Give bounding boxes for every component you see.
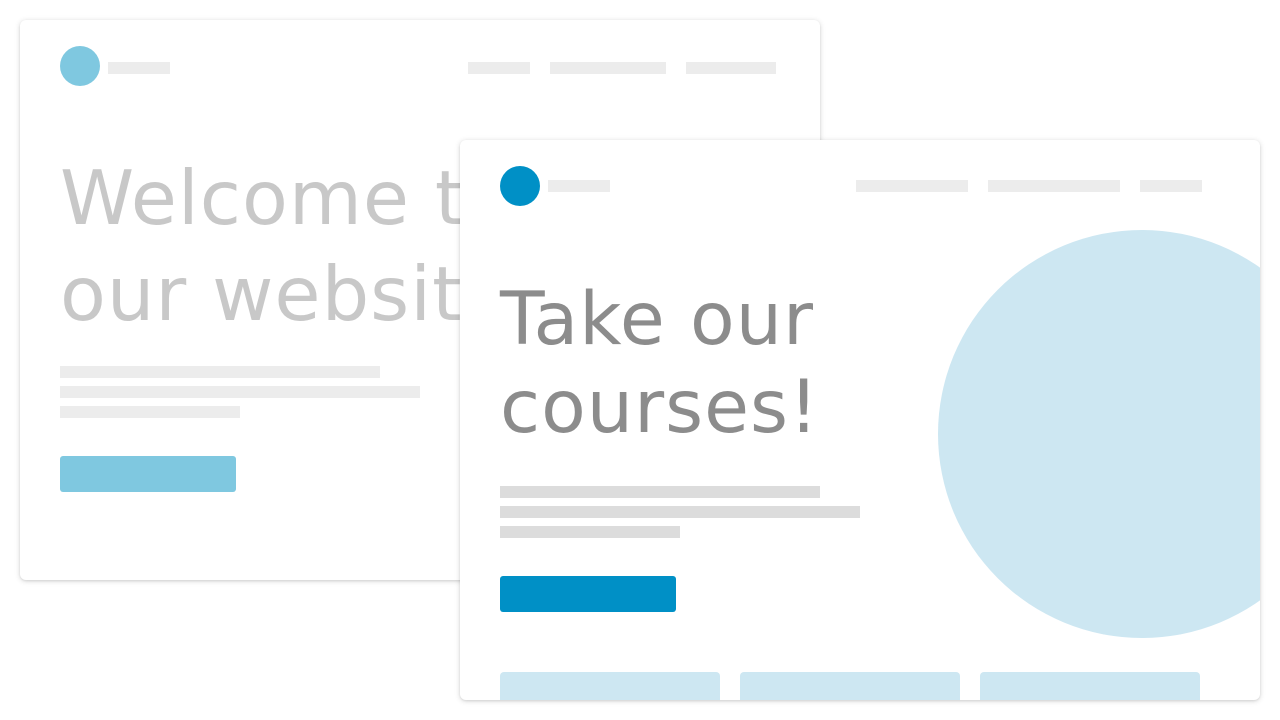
- logo-icon: [60, 46, 100, 86]
- hero-image-circle: [938, 230, 1260, 638]
- nav-link-placeholder[interactable]: [550, 62, 666, 74]
- hero-headline: Welcome to our website: [60, 154, 511, 338]
- paragraph-line-placeholder: [60, 406, 240, 418]
- nav-link-placeholder[interactable]: [1140, 180, 1202, 192]
- paragraph-line-placeholder: [500, 506, 860, 518]
- hero-headline: Take our courses!: [500, 277, 820, 450]
- paragraph-line-placeholder: [60, 386, 420, 398]
- new-website-mockup: Take our courses!: [460, 140, 1260, 700]
- cta-button[interactable]: [60, 456, 236, 492]
- brand-name-placeholder: [548, 180, 610, 192]
- paragraph-line-placeholder: [500, 486, 820, 498]
- brand-name-placeholder: [108, 62, 170, 74]
- illustration-stage: Welcome to our website Take our courses!: [0, 0, 1280, 720]
- logo-icon: [500, 166, 540, 206]
- paragraph-line-placeholder: [500, 526, 680, 538]
- cta-button[interactable]: [500, 576, 676, 612]
- course-card-placeholder[interactable]: [980, 672, 1200, 700]
- nav-link-placeholder[interactable]: [468, 62, 530, 74]
- nav-link-placeholder[interactable]: [686, 62, 776, 74]
- course-card-placeholder[interactable]: [740, 672, 960, 700]
- nav-link-placeholder[interactable]: [856, 180, 968, 192]
- nav-link-placeholder[interactable]: [988, 180, 1120, 192]
- course-card-placeholder[interactable]: [500, 672, 720, 700]
- paragraph-line-placeholder: [60, 366, 380, 378]
